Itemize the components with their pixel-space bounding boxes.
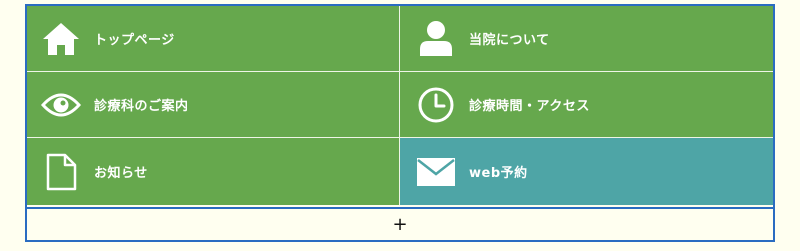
eye-icon (41, 85, 81, 125)
nav-item-label: web予約 (469, 166, 528, 181)
nav-item-label: トップページ (94, 33, 175, 48)
person-icon (416, 19, 456, 59)
nav-item-top-page[interactable]: トップページ (27, 6, 400, 72)
nav-item-label: 診療科のご案内 (94, 99, 189, 114)
nav-item-departments[interactable]: 診療科のご案内 (27, 72, 400, 138)
nav-grid: トップページ 当院について 診療科のご案内 診療時間・アクセス お知らせ web… (27, 6, 773, 205)
nav-item-hours-access[interactable]: 診療時間・アクセス (400, 72, 773, 138)
nav-item-label: お知らせ (94, 166, 148, 181)
nav-item-news[interactable]: お知らせ (27, 138, 400, 205)
nav-menu: トップページ 当院について 診療科のご案内 診療時間・アクセス お知らせ web… (25, 4, 775, 242)
nav-item-label: 診療時間・アクセス (469, 99, 590, 114)
home-icon (41, 19, 81, 59)
document-icon (41, 152, 81, 192)
clock-icon (416, 85, 456, 125)
expand-menu-button[interactable]: + (27, 207, 773, 240)
nav-item-about[interactable]: 当院について (400, 6, 773, 72)
mail-icon (416, 152, 456, 192)
nav-item-web-reservation[interactable]: web予約 (400, 138, 773, 205)
nav-item-label: 当院について (469, 33, 550, 48)
